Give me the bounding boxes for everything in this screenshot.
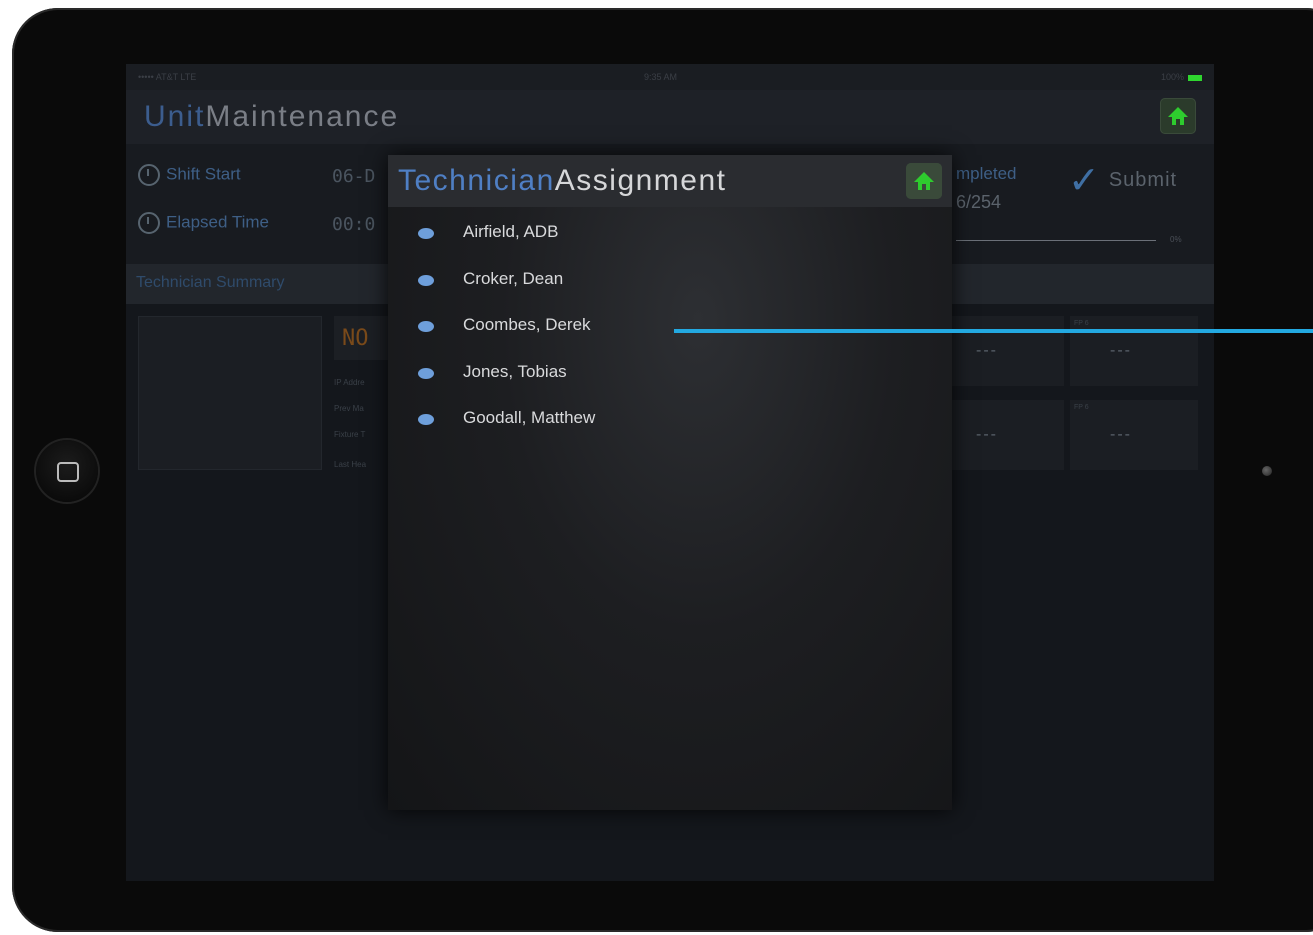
technician-name: Jones, Tobias — [463, 362, 567, 381]
battery-indicator: 100% — [1161, 72, 1202, 82]
dialog-title: TechnicianAssignment — [398, 164, 727, 198]
shift-start-value: 06-D — [332, 166, 376, 187]
clock-icon — [138, 212, 160, 234]
progress-bar — [956, 240, 1156, 241]
technician-item[interactable]: Airfield, ADB — [388, 211, 952, 251]
section-title: Technician Summary — [136, 274, 285, 291]
callout-pointer-line — [674, 329, 1313, 333]
fixture-tile[interactable]: --- — [936, 400, 1064, 470]
clock-text: 9:35 AM — [644, 72, 678, 82]
bullet-icon — [418, 368, 434, 379]
tile-value: --- — [1110, 342, 1132, 359]
bullet-icon — [418, 228, 434, 239]
technician-item[interactable]: Coombes, Derek — [388, 304, 952, 344]
carrier-text: ••••• AT&T LTE — [138, 72, 197, 82]
summary-image-card — [138, 316, 322, 470]
bullet-icon — [418, 321, 434, 332]
battery-icon — [1188, 74, 1202, 81]
tile-key: FP 6 — [1074, 320, 1089, 327]
device-home-button[interactable] — [36, 440, 98, 502]
clock-icon — [138, 164, 160, 186]
summary-line: IP Addre — [334, 378, 365, 387]
technician-name: Croker, Dean — [463, 269, 564, 288]
bullet-icon — [418, 275, 434, 286]
submit-label: Submit — [1108, 169, 1178, 191]
tile-value: --- — [976, 342, 998, 359]
progress-percent: 0% — [1170, 235, 1182, 244]
home-square-icon — [57, 462, 79, 482]
summary-line: Last Hea — [334, 460, 367, 469]
completed-count: 6/254 — [956, 192, 1002, 212]
dialog-header: TechnicianAssignment — [388, 155, 952, 207]
app-title-accent: Unit — [144, 100, 206, 133]
checkmark-icon: ✓ — [1068, 160, 1101, 202]
battery-text: 100% — [1160, 72, 1184, 82]
fixture-tile[interactable]: --- — [936, 316, 1064, 386]
tile-key: FP 6 — [1074, 404, 1089, 411]
home-icon — [914, 172, 934, 190]
fixture-tile[interactable]: FP 6 --- — [1070, 400, 1198, 470]
elapsed-time-row: Elapsed Time — [138, 212, 269, 234]
technician-item[interactable]: Croker, Dean — [388, 258, 952, 298]
technician-name: Coombes, Derek — [463, 315, 591, 334]
summary-line: Prev Ma — [334, 404, 364, 413]
front-camera — [1262, 466, 1272, 476]
elapsed-time-value: 00:0 — [332, 214, 376, 235]
completed-label: mpleted — [956, 164, 1017, 183]
technician-item[interactable]: Jones, Tobias — [388, 351, 952, 391]
status-bar: ••••• AT&T LTE 9:35 AM 100% — [126, 64, 1214, 90]
technician-name: Goodall, Matthew — [463, 408, 596, 427]
submit-button[interactable]: ✓ Submit — [1068, 158, 1177, 208]
bullet-icon — [418, 414, 434, 425]
app-header: UnitMaintenance — [126, 90, 1214, 144]
dialog-title-rest: Assignment — [554, 164, 727, 197]
dialog-home-button[interactable] — [906, 163, 942, 199]
home-icon — [1168, 107, 1188, 125]
technician-item[interactable]: Goodall, Matthew — [388, 397, 952, 437]
tile-value: --- — [1110, 426, 1132, 443]
dialog-title-accent: Technician — [398, 164, 555, 197]
technician-assignment-dialog: TechnicianAssignment Airfield, ADB Croke… — [388, 155, 952, 810]
elapsed-time-label: Elapsed Time — [166, 212, 269, 232]
app-title: UnitMaintenance — [144, 100, 399, 134]
app-home-button[interactable] — [1160, 98, 1196, 134]
shift-start-label: Shift Start — [166, 164, 241, 184]
summary-line: Fixture T — [334, 430, 366, 439]
technician-name: Airfield, ADB — [463, 222, 559, 241]
tile-value: --- — [976, 426, 998, 443]
shift-start-row: Shift Start — [138, 164, 241, 186]
app-title-rest: Maintenance — [205, 100, 400, 133]
fixture-tile[interactable]: FP 6 --- — [1070, 316, 1198, 386]
